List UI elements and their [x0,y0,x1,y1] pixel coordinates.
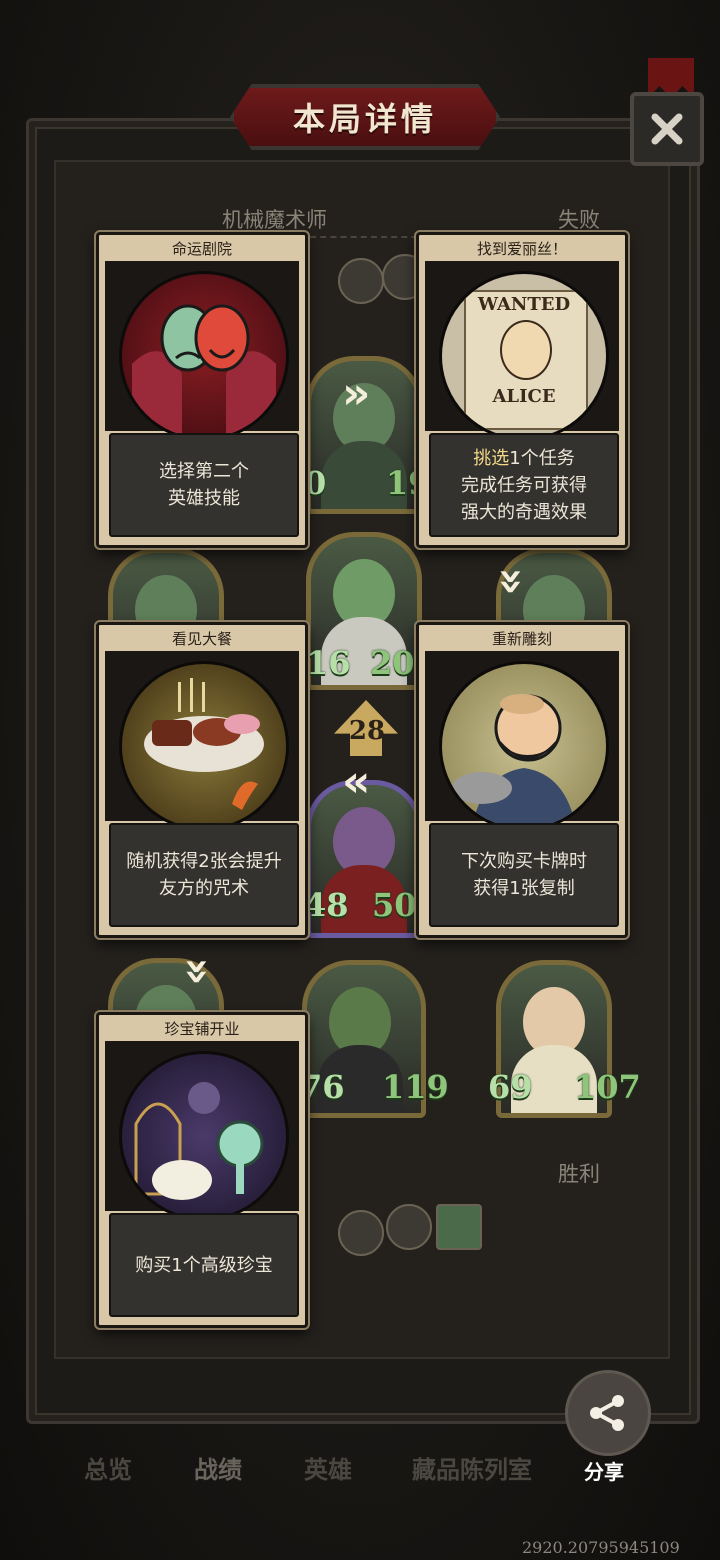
chevron-left-icon: « [342,756,371,807]
close-button[interactable] [630,92,704,166]
health-value: 119 [382,1068,449,1106]
attack-value: 16 [306,644,351,682]
card-title: 珍宝铺开业 [164,1020,240,1038]
attack-value: 48 [304,886,349,924]
relic-icon[interactable] [386,1204,432,1250]
title-plate: 本局详情 [230,84,500,150]
hero-name: 机械魔术师 [222,208,327,232]
chevron-down-icon: » [486,567,538,596]
attack-value: 69 [488,1068,533,1106]
event-card[interactable]: 珍宝铺开业 购买1个高级珍宝 [96,1012,308,1328]
book-icon[interactable] [436,1204,482,1250]
health-value: 20 [370,644,415,682]
theater-masks-icon [119,271,289,441]
tab-overview[interactable]: 总览 [84,1450,132,1485]
result-label: 胜利 [558,1162,600,1186]
event-card[interactable]: 找到爱丽丝！ WANTED ALICE 挑选1个任务 完成任务可获得 强大的奇遇… [416,232,628,548]
feast-icon [119,661,289,831]
card-title: 重新雕刻 [491,630,552,648]
relic-icon[interactable] [338,1210,384,1256]
relic-icon[interactable] [338,258,384,304]
event-card[interactable]: 命运剧院 选择第二个 英雄技能 [96,232,308,548]
health-value: 107 [574,1068,641,1106]
chevron-down-icon: » [172,957,224,986]
page-title: 本局详情 [292,100,437,138]
tab-collection[interactable]: 藏品陈列室 [412,1450,532,1485]
tab-heroes[interactable]: 英雄 [304,1450,352,1485]
card-description: 下次购买卡牌时 获得1张复制 [429,823,619,927]
share-icon [590,1395,624,1431]
sculptor-icon [439,661,609,831]
wanted-poster-icon: WANTED ALICE [439,271,609,441]
card-description: 挑选1个任务 完成任务可获得 强大的奇遇效果 [429,433,619,537]
arrow-count: 28 [348,716,386,746]
close-icon [651,113,683,145]
tab-bar: 总览 战绩 英雄 藏品陈列室 [0,1430,720,1500]
card-description: 选择第二个 英雄技能 [109,433,299,537]
chevron-right-icon: » [342,368,371,419]
treasure-shop-icon [119,1051,289,1221]
card-title: 找到爱丽丝！ [476,240,567,258]
event-card[interactable]: 重新雕刻 下次购买卡牌时 获得1张复制 [416,622,628,938]
card-description: 购买1个高级珍宝 [109,1213,299,1317]
user-id: 2920.20795945109 [522,1538,680,1557]
tab-record[interactable]: 战绩 [194,1450,242,1485]
card-title: 命运剧院 [171,240,232,258]
card-title: 看见大餐 [171,630,232,648]
event-card[interactable]: 看见大餐 随机获得2张会提升 友方的咒术 [96,622,308,938]
health-value: 50 [372,886,417,924]
result-label: 失败 [558,208,600,232]
card-description: 随机获得2张会提升 友方的咒术 [109,823,299,927]
